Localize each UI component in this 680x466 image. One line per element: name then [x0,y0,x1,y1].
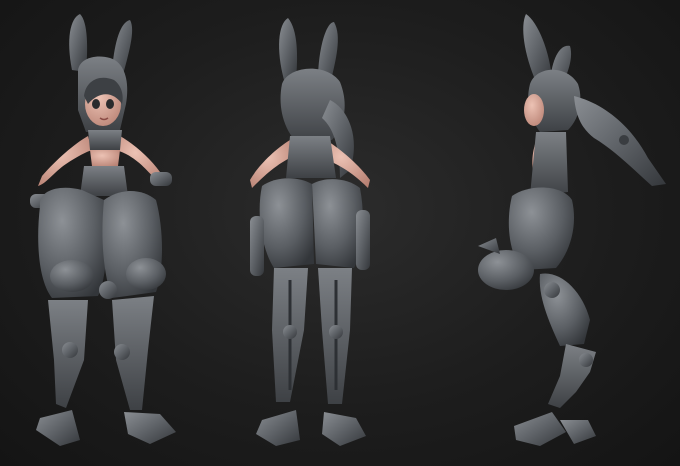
back-torso [286,136,336,178]
shorts [80,166,128,196]
front-view-figure [30,14,176,446]
back-view-figure [250,18,370,446]
left-foot [36,410,80,446]
midriff [90,150,120,166]
top [88,130,122,150]
render-viewport [0,0,680,466]
side-view-figure [478,14,666,446]
right-foot [124,412,176,444]
